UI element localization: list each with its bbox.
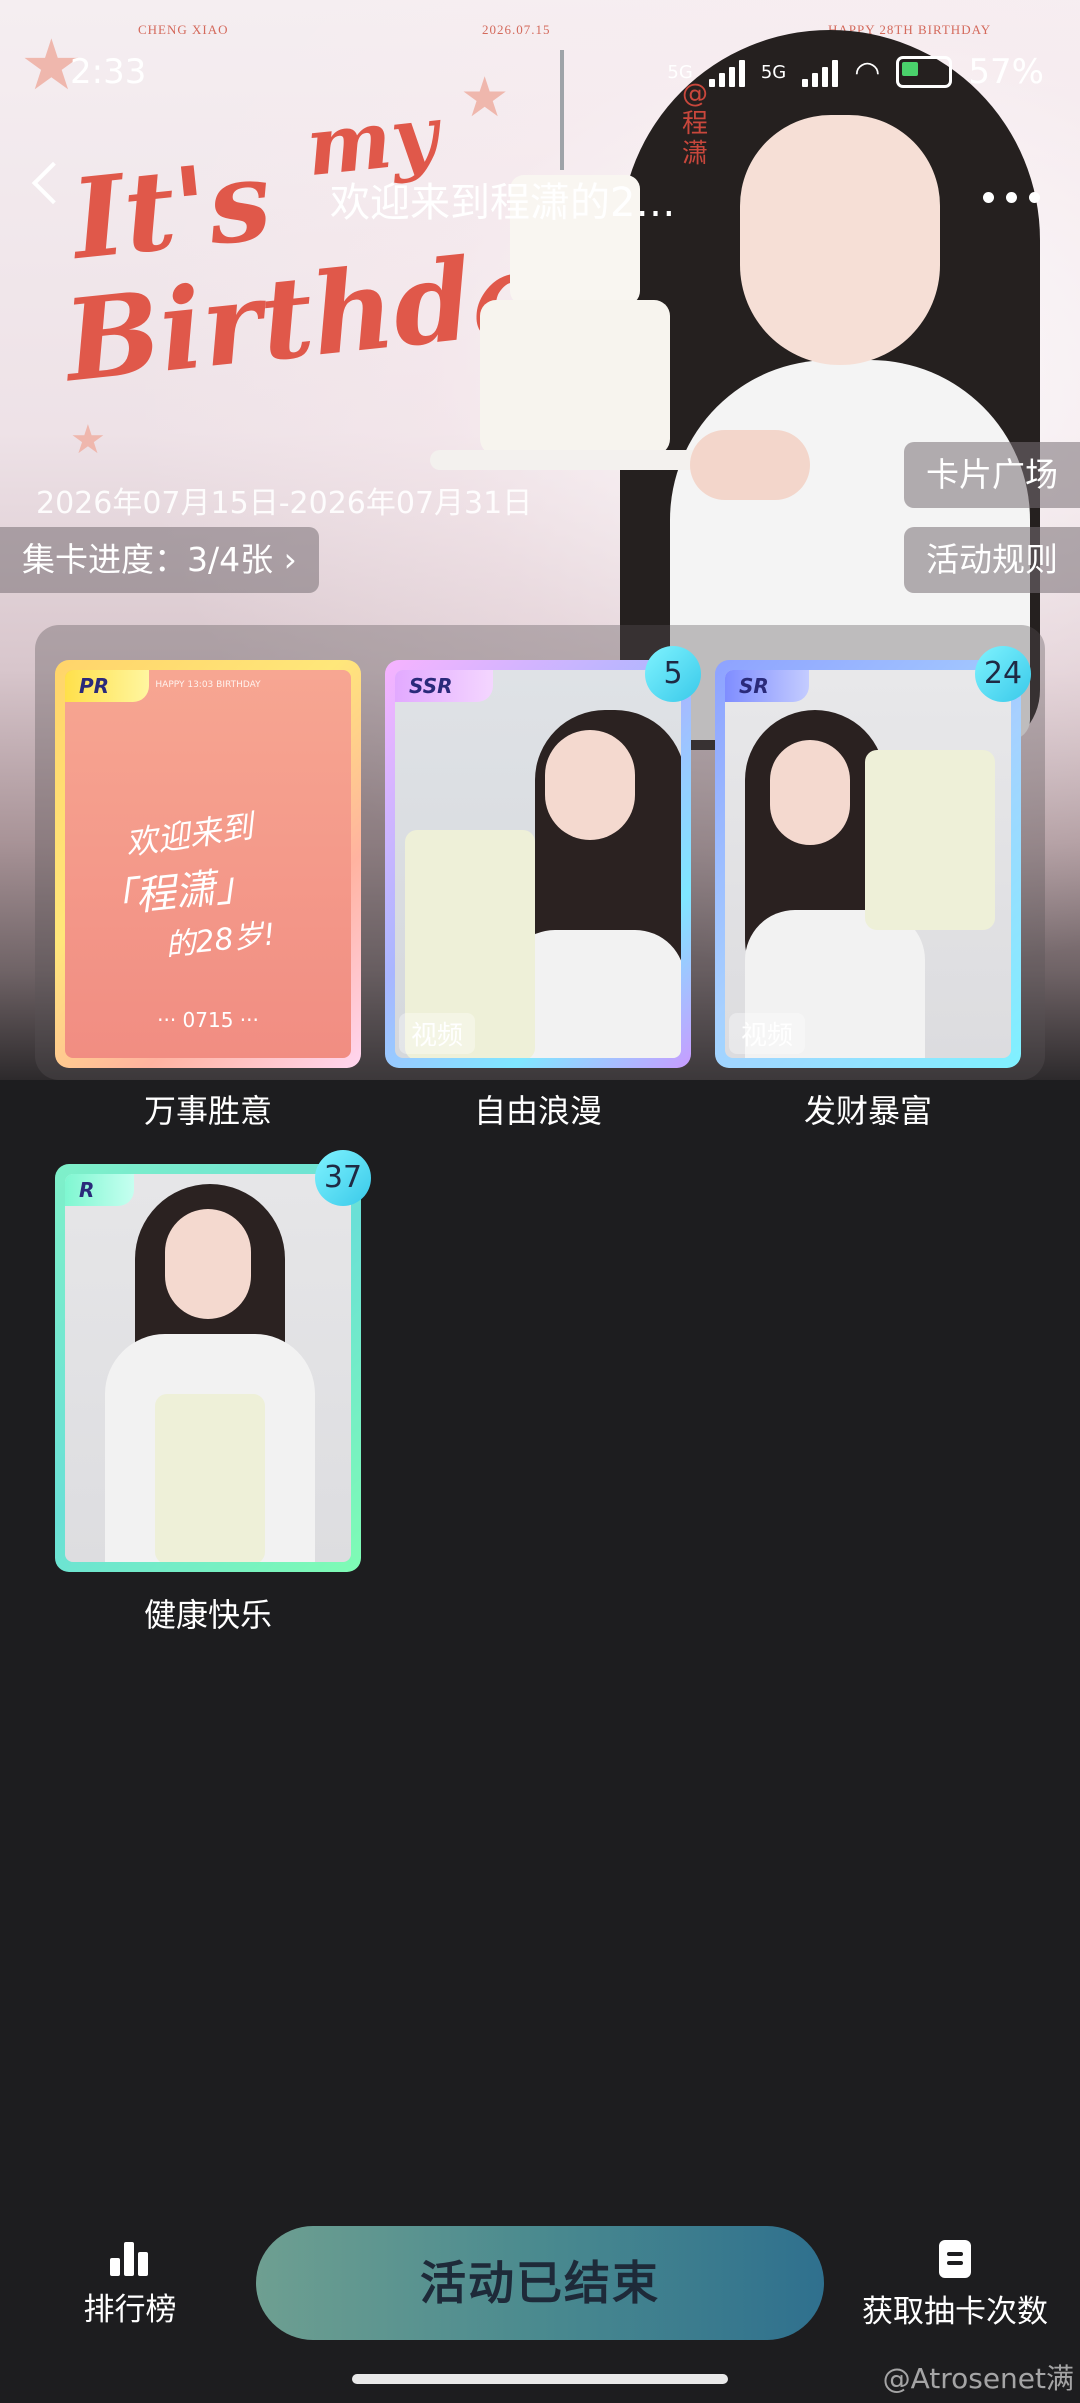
portrait-face [740, 115, 940, 365]
status-icons: 5G 5G ◠ 57% [667, 52, 1044, 92]
portrait-hand [690, 430, 810, 500]
card-count-badge: 37 [315, 1150, 371, 1206]
document-icon [939, 2240, 971, 2278]
card-art-date: ··· 0715 ··· [157, 1008, 259, 1032]
star-decoration: ★ [460, 65, 510, 129]
card-photo-face [770, 740, 850, 845]
card-count-badge: 24 [975, 646, 1031, 702]
vertical-name-tag: @程潇 [681, 79, 708, 169]
card-photo-cake [155, 1394, 265, 1562]
more-options-icon[interactable] [983, 192, 1040, 203]
card-count-badge: 5 [645, 646, 701, 702]
rarity-badge: SR [725, 670, 809, 702]
ranking-label: 排行榜 [83, 2292, 177, 2328]
video-tag: 视频 [399, 1013, 476, 1054]
card-photo-face [165, 1209, 251, 1319]
candle [560, 50, 564, 170]
birthday-script-title: It's my Birthday! [47, 87, 664, 436]
card-ssr[interactable]: SSR 视频 5 [385, 646, 701, 1068]
card-label: 自由浪漫 [473, 1092, 602, 1130]
card-artwork [725, 670, 1011, 1058]
rarity-badge: R [65, 1174, 135, 1206]
status-time: 2:33 [70, 52, 147, 92]
rarity-badge: SSR [395, 670, 493, 702]
banner-top-center-text: 2026.07.15 [482, 22, 551, 37]
card-artwork: HAPPY 13:03 BIRTHDAY 欢迎来到 「程潇」 的28岁! ···… [65, 670, 351, 1058]
page-title: 欢迎来到程潇的2… [330, 180, 676, 226]
network-label: 5G [667, 61, 693, 83]
get-draws-label: 获取抽卡次数 [862, 2294, 1048, 2330]
card-label: 健康快乐 [143, 1596, 272, 1634]
signal-icon [802, 57, 839, 87]
card-photo-cake [865, 750, 995, 930]
wifi-icon: ◠ [854, 54, 881, 90]
card-r[interactable]: R 37 [55, 1150, 371, 1572]
card-photo-face [545, 730, 635, 840]
card-square-button[interactable]: 卡片广场 [904, 442, 1080, 508]
ranking-tab[interactable]: 排行榜 [70, 2240, 190, 2329]
collection-progress-button[interactable]: 集卡进度：3/4张 › [0, 527, 319, 593]
card-artwork [395, 670, 681, 1058]
activity-ended-button[interactable]: 活动已结束 [256, 2226, 824, 2340]
home-indicator[interactable] [352, 2374, 728, 2384]
signal-icon [708, 57, 745, 87]
video-tag: 视频 [729, 1013, 806, 1054]
rarity-badge: PR [65, 670, 150, 702]
ranking-icon [110, 2240, 150, 2276]
network-label: 5G [760, 61, 787, 83]
card-sr[interactable]: SR 视频 24 [715, 646, 1031, 1068]
card-label: 发财暴富 [803, 1092, 932, 1130]
activity-rules-button[interactable]: 活动规则 [904, 527, 1080, 593]
card-pr[interactable]: HAPPY 13:03 BIRTHDAY 欢迎来到 「程潇」 的28岁! ···… [55, 660, 361, 1068]
banner-top-left-text: CHENG XIAO [138, 22, 229, 37]
get-draws-tab[interactable]: 获取抽卡次数 [850, 2240, 1060, 2331]
battery-icon [896, 56, 953, 88]
card-artwork [65, 1174, 351, 1562]
battery-level: 57% [968, 52, 1044, 92]
card-art-text-3: 的28岁! [163, 917, 278, 964]
event-date-range: 2026年07月15日-2026年07月31日 [36, 486, 533, 521]
card-label: 万事胜意 [143, 1092, 272, 1130]
watermark: @Atrosenet满 [882, 2362, 1074, 2395]
cake-plate [430, 450, 730, 470]
cake-bottom-tier [480, 300, 670, 455]
